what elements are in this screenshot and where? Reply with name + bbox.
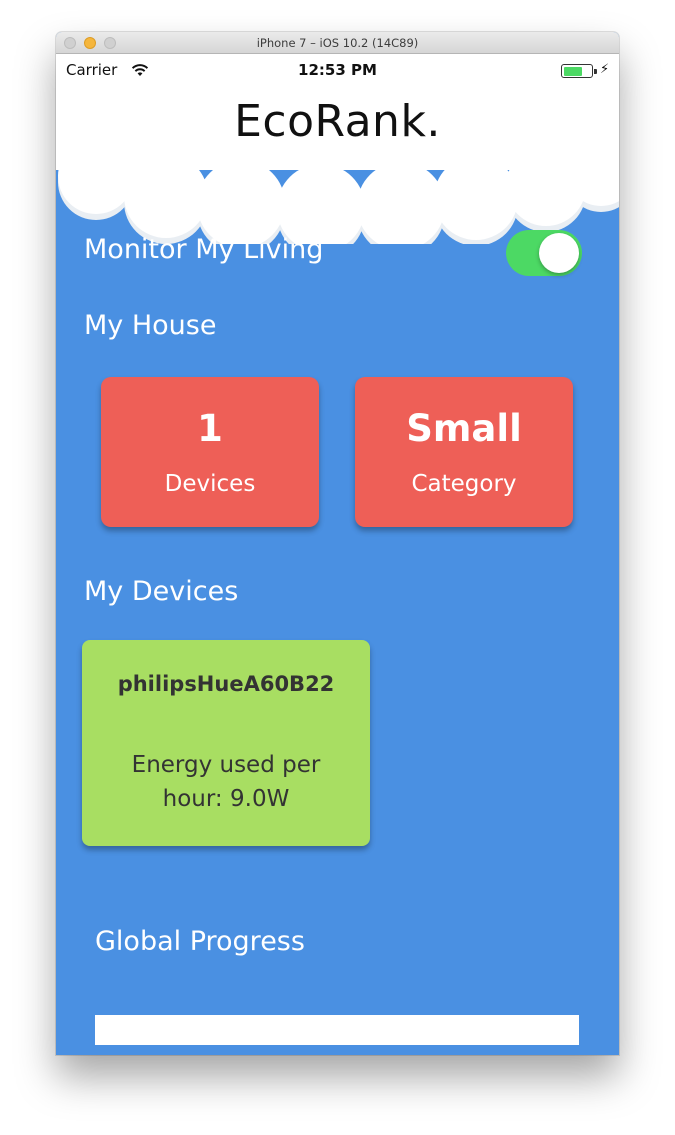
battery-level <box>563 66 583 76</box>
monitor-label: Monitor My Living <box>84 234 324 265</box>
my-devices-heading: My Devices <box>84 576 239 607</box>
device-name: philipsHueA60B22 <box>117 672 335 696</box>
global-progress-fill <box>95 1015 579 1045</box>
my-house-heading: My House <box>84 310 217 341</box>
monitor-toggle[interactable] <box>506 230 582 276</box>
global-progress-bar <box>95 1015 579 1045</box>
simulator-window: iPhone 7 – iOS 10.2 (14C89) Carrier 12:5… <box>56 32 619 1055</box>
window-titlebar: iPhone 7 – iOS 10.2 (14C89) <box>56 32 619 54</box>
battery-icon <box>561 64 593 78</box>
toggle-knob <box>539 233 579 273</box>
devices-count-card[interactable]: 1 Devices <box>101 377 319 527</box>
device-card[interactable]: philipsHueA60B22 Energy used per hour: 9… <box>82 640 370 846</box>
device-energy: Energy used per hour: 9.0W <box>131 752 321 812</box>
category-value: Small <box>406 407 522 450</box>
battery-tip <box>594 69 597 74</box>
devices-count-value: 1 <box>197 407 223 450</box>
category-caption: Category <box>411 471 517 497</box>
app-title: EcoRank. <box>234 96 441 147</box>
devices-count-caption: Devices <box>164 471 256 497</box>
charging-icon: ⚡ <box>600 62 610 77</box>
category-card[interactable]: Small Category <box>355 377 573 527</box>
status-bar: Carrier 12:53 PM ⚡ <box>56 54 619 84</box>
global-progress-heading: Global Progress <box>95 926 305 957</box>
window-title: iPhone 7 – iOS 10.2 (14C89) <box>256 36 419 50</box>
status-time: 12:53 PM <box>298 61 377 79</box>
